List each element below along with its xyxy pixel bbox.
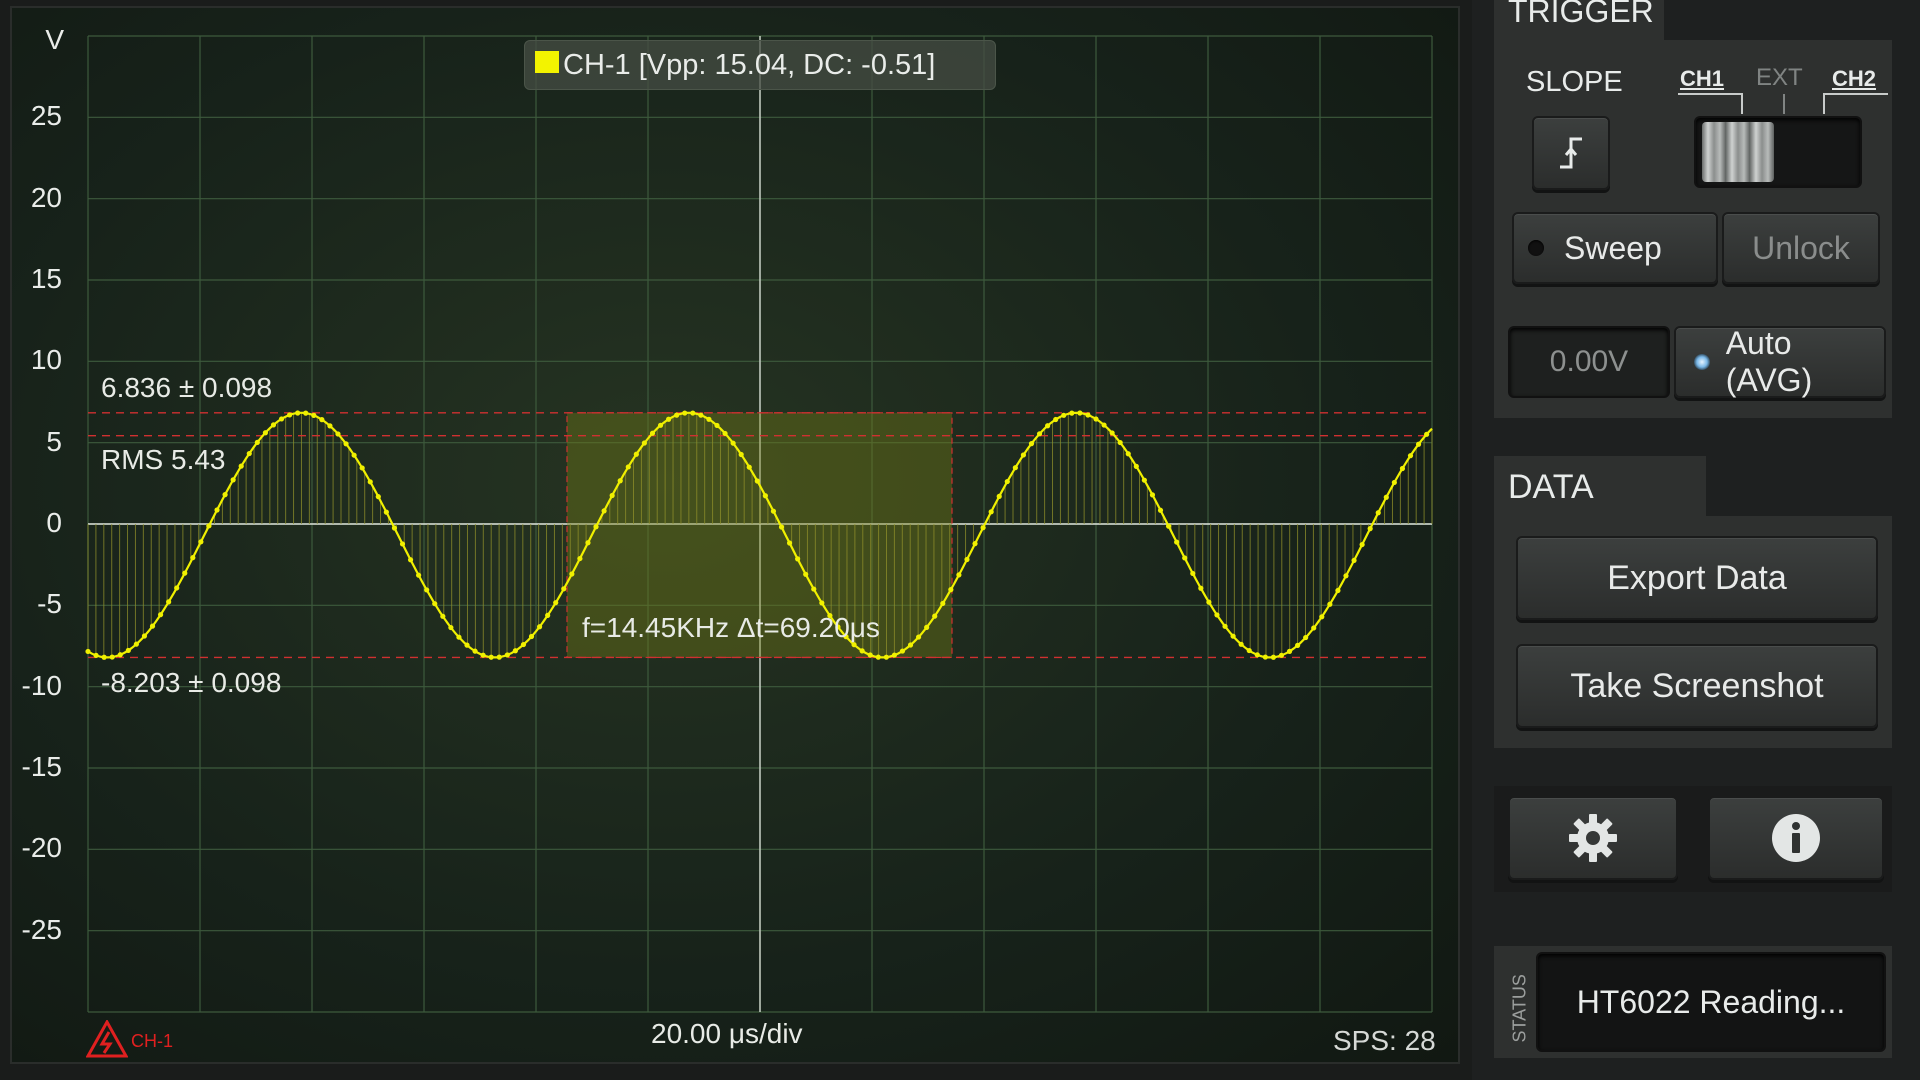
y-tick-label: -10 bbox=[21, 669, 62, 701]
timebase-label[interactable]: 20.00 μs/div bbox=[651, 1018, 803, 1050]
y-tick-label: 10 bbox=[30, 344, 62, 376]
slope-label: SLOPE bbox=[1526, 66, 1623, 98]
export-data-label: Export Data bbox=[1607, 558, 1787, 597]
warning-icon bbox=[86, 1020, 128, 1058]
sweep-indicator bbox=[1528, 240, 1544, 256]
trigger-tab: TRIGGER bbox=[1494, 0, 1664, 40]
source-ch1-label[interactable]: CH1 bbox=[1680, 66, 1724, 92]
channel-info-badge[interactable]: CH-1 [Vpp: 15.04, DC: -0.51] bbox=[524, 40, 996, 90]
info-button[interactable] bbox=[1708, 796, 1884, 880]
take-screenshot-label: Take Screenshot bbox=[1570, 666, 1824, 705]
y-tick-label: 5 bbox=[46, 425, 62, 457]
trigger-level-value: 0.00V bbox=[1549, 345, 1629, 378]
y-unit-label: V bbox=[45, 24, 64, 55]
status-text: HT6022 Reading... bbox=[1576, 983, 1846, 1020]
trigger-level-input[interactable]: 0.00V bbox=[1508, 326, 1670, 398]
y-tick-label: -5 bbox=[37, 588, 62, 620]
auto-avg-button[interactable]: Auto (AVG) bbox=[1674, 325, 1886, 398]
channel-info-text: CH-1 [Vpp: 15.04, DC: -0.51] bbox=[563, 49, 936, 81]
info-icon bbox=[1772, 814, 1820, 862]
unlock-label: Unlock bbox=[1752, 229, 1850, 266]
sps-label: SPS: 28 bbox=[1333, 1025, 1436, 1056]
sweep-button[interactable]: Sweep bbox=[1512, 212, 1718, 284]
channel-color-swatch bbox=[535, 51, 559, 73]
rms-measure-label: RMS 5.43 bbox=[101, 444, 226, 475]
control-panel: TRIGGER SLOPE CH1 EXT CH2 Sweep Unlock 0… bbox=[1472, 0, 1920, 1080]
scope-screen[interactable] bbox=[10, 6, 1460, 1064]
switch-knob[interactable] bbox=[1702, 122, 1774, 182]
source-ext-label[interactable]: EXT bbox=[1756, 64, 1803, 92]
status-side-label: STATUS bbox=[1509, 974, 1530, 1043]
rising-edge-icon bbox=[1560, 137, 1582, 169]
unlock-button[interactable]: Unlock bbox=[1722, 212, 1880, 284]
oscilloscope-app: V 25 20 15 10 5 0 -5 -10 -15 -20 -25 CH-1 [Vpp: 15… bbox=[0, 0, 1920, 1080]
frequency-measure-label: f=14.45KHz Δt=69.20μs bbox=[582, 612, 880, 643]
settings-button[interactable] bbox=[1508, 796, 1678, 880]
y-tick-label: -20 bbox=[21, 832, 62, 864]
gear-icon bbox=[1569, 814, 1617, 862]
min-measure-label: -8.203 ± 0.098 bbox=[101, 667, 282, 698]
status-display: HT6022 Reading... bbox=[1536, 952, 1886, 1052]
y-tick-label: 20 bbox=[30, 181, 62, 213]
sweep-label: Sweep bbox=[1564, 229, 1662, 266]
y-tick-label: -25 bbox=[21, 913, 62, 945]
trigger-source-switch[interactable] bbox=[1694, 116, 1862, 188]
take-screenshot-button[interactable]: Take Screenshot bbox=[1516, 644, 1878, 728]
export-data-button[interactable]: Export Data bbox=[1516, 536, 1878, 620]
y-tick-label: -15 bbox=[21, 751, 62, 782]
auto-indicator bbox=[1694, 354, 1710, 370]
y-tick-label: 25 bbox=[30, 100, 62, 132]
warning-channel-label: CH-1 bbox=[131, 1031, 174, 1051]
auto-label: Auto (AVG) bbox=[1725, 325, 1813, 398]
y-tick-label: 15 bbox=[30, 263, 62, 294]
data-tab: DATA bbox=[1494, 456, 1706, 518]
y-tick-label: 0 bbox=[46, 507, 62, 538]
slope-button[interactable] bbox=[1532, 116, 1610, 190]
source-bracket-lines bbox=[1678, 93, 1888, 114]
max-measure-label: 6.836 ± 0.098 bbox=[101, 372, 273, 403]
source-ch2-label[interactable]: CH2 bbox=[1832, 66, 1876, 92]
